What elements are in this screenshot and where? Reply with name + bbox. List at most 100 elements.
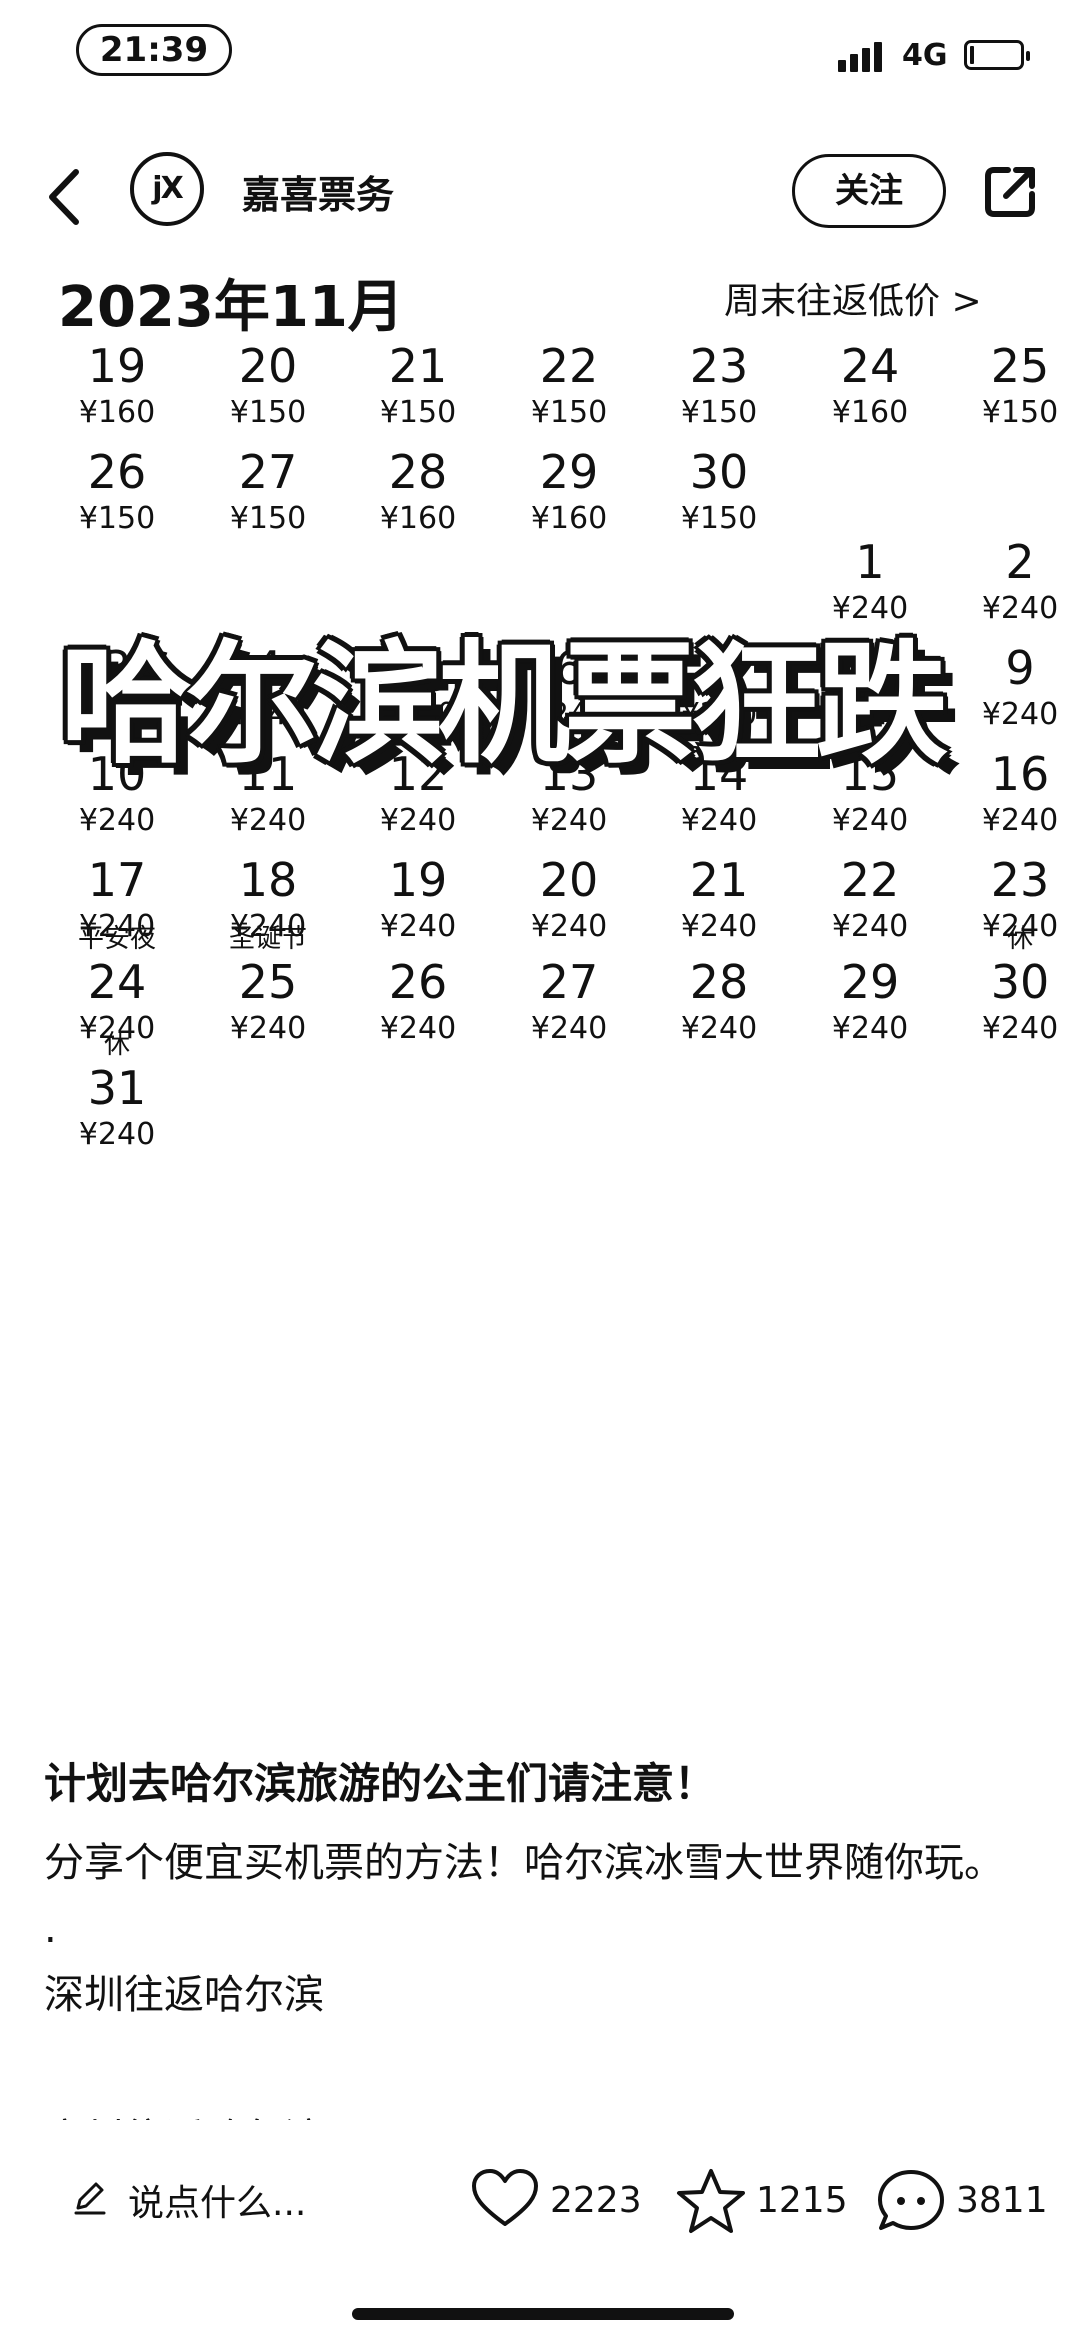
day-price: ¥240: [530, 803, 608, 838]
day-price: ¥240: [229, 1011, 307, 1046]
day-price: ¥150: [680, 501, 758, 536]
day-price: ¥150: [981, 395, 1059, 430]
day-number: 2: [1005, 535, 1035, 589]
post-line: 广州往返哈尔滨: [44, 2106, 324, 2120]
day-number: 29: [539, 445, 599, 499]
like-count: 2223: [550, 2180, 642, 2221]
day-number: 28: [689, 955, 749, 1009]
day-number: 25: [990, 339, 1050, 393]
day-number: 21: [388, 339, 448, 393]
post-line: .: [44, 1906, 57, 1952]
pencil-icon: [74, 2182, 106, 2215]
day-number: 23: [689, 339, 749, 393]
avatar[interactable]: jX: [130, 152, 204, 226]
day-price: ¥160: [78, 395, 156, 430]
day-price: ¥240: [680, 803, 758, 838]
holiday-tag: 平安夜: [77, 924, 156, 954]
post-body: 分享个便宜买机票的方法！哈尔滨冰雪大世界随你玩。 . 深圳往返哈尔滨: [44, 1830, 1034, 2028]
post-line: 分享个便宜买机票的方法！哈尔滨冰雪大世界随你玩。: [44, 1840, 1004, 1886]
calendar-day[interactable]: 29 ¥240: [795, 956, 945, 1096]
comment-bubble-icon: [878, 2170, 944, 2230]
day-number: 21: [689, 853, 749, 907]
day-number: 18: [238, 853, 298, 907]
day-number: 24: [840, 339, 900, 393]
day-number: 19: [87, 339, 147, 393]
day-number: 22: [840, 853, 900, 907]
day-number: 22: [539, 339, 599, 393]
day-price: ¥150: [78, 501, 156, 536]
calendar-day[interactable]: 圣诞节 25 ¥240: [193, 922, 343, 1062]
day-price: ¥240: [530, 909, 608, 944]
author-name[interactable]: 嘉喜票务: [242, 164, 394, 219]
back-arrow-icon[interactable]: [40, 162, 90, 232]
star-icon: [677, 2169, 745, 2233]
month-title: 2023年11月: [58, 275, 404, 340]
day-number: 31: [87, 1061, 147, 1115]
network-type: 4G: [902, 38, 948, 73]
comment-count: 3811: [956, 2180, 1048, 2221]
status-time: 21:39: [76, 24, 232, 76]
day-number: 1: [855, 535, 885, 589]
day-number: 20: [539, 853, 599, 907]
day-price: ¥240: [831, 909, 909, 944]
calendar-day[interactable]: 27 ¥240: [494, 956, 644, 1096]
collect-count: 1215: [756, 2180, 848, 2221]
post-line: 深圳往返哈尔滨: [44, 1972, 324, 2018]
weekend-low-price-link[interactable]: 周末往返低价 >: [724, 272, 982, 324]
day-price: ¥240: [78, 803, 156, 838]
heart-icon: [472, 2169, 538, 2226]
day-price: ¥240: [680, 1011, 758, 1046]
day-price: ¥240: [78, 1117, 156, 1152]
day-number: 25: [238, 955, 298, 1009]
post-cut-line: 广州往返哈尔滨: [0, 2090, 1080, 2120]
day-price: ¥150: [680, 395, 758, 430]
day-number: 27: [539, 955, 599, 1009]
day-price: ¥240: [379, 1011, 457, 1046]
day-price: ¥240: [379, 909, 457, 944]
calendar-day[interactable]: 24 ¥160: [795, 340, 945, 480]
day-number: 24: [87, 955, 147, 1009]
overlay-caption: 哈尔滨机票狂跌: [60, 628, 948, 782]
day-number: 28: [388, 445, 448, 499]
day-price: ¥150: [379, 395, 457, 430]
day-price: ¥240: [379, 803, 457, 838]
day-price: ¥240: [229, 803, 307, 838]
day-price: ¥160: [530, 501, 608, 536]
day-price: ¥240: [981, 803, 1059, 838]
share-icon[interactable]: [982, 162, 1040, 220]
calendar-day[interactable]: 30 ¥150: [644, 446, 794, 586]
calendar-day[interactable]: 28 ¥240: [644, 956, 794, 1096]
home-indicator: [352, 2308, 734, 2320]
day-number: 19: [388, 853, 448, 907]
day-price: ¥150: [229, 501, 307, 536]
comment-placeholder: 说点什么...: [128, 2183, 307, 2224]
day-price: ¥240: [680, 909, 758, 944]
day-price: ¥240: [981, 591, 1059, 626]
calendar-day[interactable]: 29 ¥160: [494, 446, 644, 586]
calendar-day[interactable]: 25 ¥150: [945, 340, 1080, 480]
day-price: ¥240: [831, 1011, 909, 1046]
bottom-action-bar: 说点什么... 2223 1215 3811: [0, 2140, 1080, 2250]
calendar-day[interactable]: 28 ¥160: [343, 446, 493, 586]
holiday-tag: 休: [1006, 924, 1033, 954]
status-bar: 21:39 4G: [0, 0, 1080, 110]
follow-button[interactable]: 关注: [792, 154, 946, 228]
calendar-day[interactable]: 26 ¥150: [42, 446, 192, 586]
day-price: ¥150: [229, 395, 307, 430]
day-number: 29: [840, 955, 900, 1009]
day-price: ¥160: [379, 501, 457, 536]
day-number: 30: [689, 445, 749, 499]
day-number: 27: [238, 445, 298, 499]
holiday-tag: 休: [103, 1030, 130, 1060]
calendar-day[interactable]: 休 30 ¥240: [945, 922, 1080, 1062]
day-number: 30: [990, 955, 1050, 1009]
day-number: 26: [388, 955, 448, 1009]
day-price: ¥240: [831, 803, 909, 838]
post-header: jX 嘉喜票务 关注: [0, 140, 1080, 250]
calendar-day[interactable]: 27 ¥150: [193, 446, 343, 586]
holiday-tag: 圣诞节: [228, 924, 307, 954]
calendar-day[interactable]: 休 31 ¥240: [42, 1028, 192, 1168]
calendar-day[interactable]: 26 ¥240: [343, 956, 493, 1096]
day-price: ¥240: [530, 1011, 608, 1046]
battery-icon: [964, 40, 1030, 70]
